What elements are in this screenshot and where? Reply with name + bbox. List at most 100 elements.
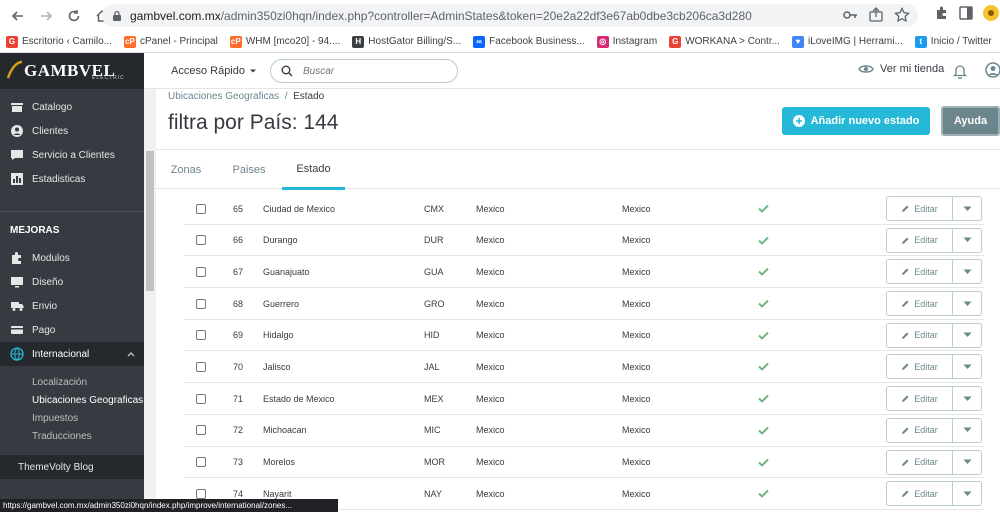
state-iso: JAL [424,361,440,372]
state-id: 73 [233,457,244,467]
state-country: Mexico [622,393,651,404]
bookmark-item[interactable]: H HostGator Billing/S... [352,35,461,48]
state-id: 72 [233,425,244,436]
sidebar-subitem[interactable]: Traducciones [32,431,92,442]
status-check-icon[interactable] [758,225,769,256]
status-check-icon[interactable] [758,383,769,414]
sidebar-section-title: MEJORAS [10,225,60,236]
row-checkbox[interactable] [196,425,206,436]
extensions-icon[interactable] [934,5,950,21]
star-icon[interactable] [894,7,910,23]
row-checkbox[interactable] [196,393,206,404]
sidebar-item-clientes[interactable]: Clientes [0,119,144,143]
reload-button[interactable] [62,4,86,28]
edit-button[interactable]: Editar [887,260,953,284]
bookmark-item[interactable]: cP WHM [mco20] - 94.... [229,35,340,48]
help-label: Ayuda [953,115,988,127]
sidebar-item-pago[interactable]: Pago [0,318,144,342]
sidebar-subitem[interactable]: Ubicaciones Geograficas [32,395,143,406]
share-icon[interactable] [868,7,884,23]
bookmark-item[interactable]: ∞ Facebook Business... [473,35,585,48]
help-button[interactable]: Ayuda [941,106,1000,136]
search-input[interactable] [303,65,443,77]
sidebar-item-catalogo[interactable]: Catalogo [0,95,144,119]
edit-dropdown-toggle[interactable] [953,229,981,252]
edit-button[interactable]: Editar [887,418,953,442]
sidebar-item-internacional[interactable]: Internacional [0,342,144,366]
view-shop-link[interactable]: Ver mi tienda [858,63,944,75]
sidebar-item-diseno[interactable]: Diseño [0,270,144,294]
chevron-up-icon[interactable] [126,349,136,359]
row-checkbox[interactable] [196,235,206,246]
edit-button[interactable]: Editar [887,197,953,220]
quick-access-dropdown[interactable]: Acceso Rápido [171,65,257,77]
edit-button[interactable]: Editar [887,482,953,506]
edit-dropdown-toggle[interactable] [953,482,981,505]
status-check-icon[interactable] [758,256,769,287]
breadcrumb-parent[interactable]: Ubicaciones Geograficas [168,91,279,102]
row-checkbox[interactable] [196,203,206,214]
sidebar-item-envio[interactable]: Envio [0,294,144,318]
side-panel-icon[interactable] [958,5,974,21]
shop-logo[interactable]: GAMBVEL ELECTRIC [0,53,144,89]
edit-label: Editar [914,235,938,246]
sidebar-item-estadisticas[interactable]: Estadisticas [0,167,144,191]
edit-dropdown-toggle[interactable] [953,387,981,410]
employee-menu[interactable] [985,62,1000,78]
sidebar-item-modulos[interactable]: Modulos [0,246,144,270]
edit-button[interactable]: Editar [887,323,953,347]
status-check-icon[interactable] [758,288,769,319]
status-check-icon[interactable] [758,447,769,478]
tab-paises[interactable]: Paises [216,150,282,190]
forward-button[interactable] [34,4,58,28]
edit-button[interactable]: Editar [887,292,953,316]
bookmark-item[interactable]: cP cPanel - Principal [124,35,218,48]
status-check-icon[interactable] [758,478,769,509]
key-icon[interactable] [842,7,858,23]
status-check-icon[interactable] [758,415,769,446]
status-check-icon[interactable] [758,193,769,224]
edit-dropdown-toggle[interactable] [953,451,981,474]
row-checkbox[interactable] [196,488,206,499]
sidebar-subitem[interactable]: Impuestos [32,413,78,424]
edit-dropdown-toggle[interactable] [953,355,981,378]
tab-estado[interactable]: Estado [282,150,345,190]
edit-button[interactable]: Editar [887,228,953,252]
bookmark-item[interactable]: ◎ Instagram [596,35,657,48]
row-checkbox[interactable] [196,298,206,309]
sidebar-item-themevolty-blog[interactable]: ThemeVolty Blog [0,455,144,479]
row-checkbox[interactable] [196,330,206,341]
bookmark-item[interactable]: G Escritorio ‹ Camilo... [6,35,112,48]
edit-dropdown-toggle[interactable] [953,197,981,220]
state-zone: Mexico [476,361,505,372]
profile-avatar-icon[interactable] [982,4,1000,22]
bookmark-item[interactable]: ♥ iLoveIMG | Herrami... [791,35,903,48]
scrollbar-thumb[interactable] [146,151,154,291]
sidebar-scrollbar[interactable] [144,89,156,499]
state-iso: GRO [424,298,445,309]
state-name: Guerrero [263,298,300,309]
bookmark-item[interactable]: G WORKANA > Contr... [669,35,780,48]
search-box[interactable] [270,59,458,83]
edit-button[interactable]: Editar [887,450,953,474]
sidebar-item-servicio-clientes[interactable]: Servicio a Clientes [0,143,144,167]
caret-down-icon [963,206,971,211]
edit-button[interactable]: Editar [887,355,953,379]
notifications-button[interactable] [953,63,967,79]
add-state-button[interactable]: Añadir nuevo estado [782,107,930,135]
edit-dropdown-toggle[interactable] [953,419,981,442]
bookmark-item[interactable]: t Inicio / Twitter [914,35,992,48]
row-checkbox[interactable] [196,266,206,277]
status-check-icon[interactable] [758,320,769,351]
row-checkbox[interactable] [196,361,206,372]
row-checkbox[interactable] [196,457,206,467]
edit-dropdown-toggle[interactable] [953,324,981,347]
edit-dropdown-toggle[interactable] [953,260,981,283]
sidebar-subitem[interactable]: Localización [32,377,87,388]
edit-dropdown-toggle[interactable] [953,292,981,315]
tab-zonas[interactable]: Zonas [156,150,216,190]
edit-button[interactable]: Editar [887,387,953,411]
address-bar[interactable]: gambvel.com.mx/admin350zi0hqn/index.php?… [102,4,918,27]
status-check-icon[interactable] [758,351,769,382]
back-button[interactable] [6,4,30,28]
